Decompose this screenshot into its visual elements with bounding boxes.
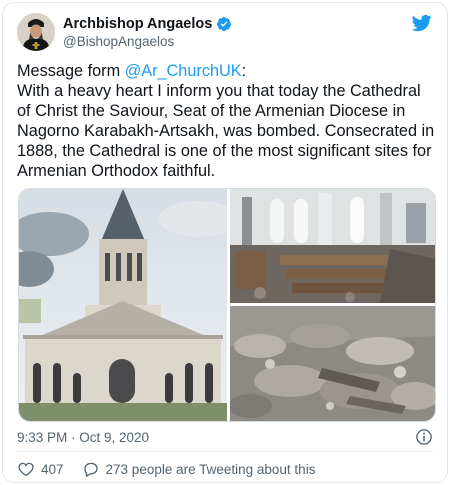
tweet-text: Message form @Ar_ChurchUK: With a heavy … bbox=[17, 61, 437, 181]
verified-badge-icon bbox=[217, 17, 232, 31]
cathedral-exterior-photo[interactable] bbox=[19, 189, 227, 421]
tweeting-about-link[interactable]: 273 people are Tweeting about this bbox=[82, 460, 316, 478]
heart-icon bbox=[18, 462, 34, 477]
info-icon[interactable] bbox=[415, 428, 433, 446]
author-avatar[interactable] bbox=[17, 13, 55, 51]
speech-bubble-icon bbox=[83, 462, 98, 478]
like-count: 407 bbox=[41, 461, 64, 477]
tweet-actions: 407 273 people are Tweeting about this bbox=[17, 460, 333, 478]
author-name-row: Archbishop Angaelos bbox=[63, 16, 232, 32]
twitter-bird-icon[interactable] bbox=[411, 13, 433, 33]
cathedral-interior-photo[interactable] bbox=[230, 189, 435, 303]
author-name[interactable]: Archbishop Angaelos bbox=[63, 16, 212, 32]
tweet-text-colon: : bbox=[241, 62, 247, 80]
tweet-header: Archbishop Angaelos @BishopAngaelos bbox=[17, 13, 433, 53]
author-handle[interactable]: @BishopAngaelos bbox=[63, 34, 174, 49]
mention-link[interactable]: @Ar_ChurchUK bbox=[125, 62, 242, 80]
tweet-text-prefix: Message form bbox=[17, 62, 125, 80]
divider bbox=[17, 451, 433, 452]
tweet-card: Archbishop Angaelos @BishopAngaelos Mess… bbox=[2, 2, 448, 483]
tweet-timestamp[interactable]: 9:33 PM · Oct 9, 2020 bbox=[17, 430, 149, 445]
rubble-photo[interactable] bbox=[230, 306, 435, 421]
like-button[interactable]: 407 bbox=[17, 460, 64, 478]
media-grid bbox=[18, 188, 436, 422]
tweeting-about-text: 273 people are Tweeting about this bbox=[105, 461, 316, 477]
tweet-body: With a heavy heart I inform you that tod… bbox=[17, 82, 435, 180]
